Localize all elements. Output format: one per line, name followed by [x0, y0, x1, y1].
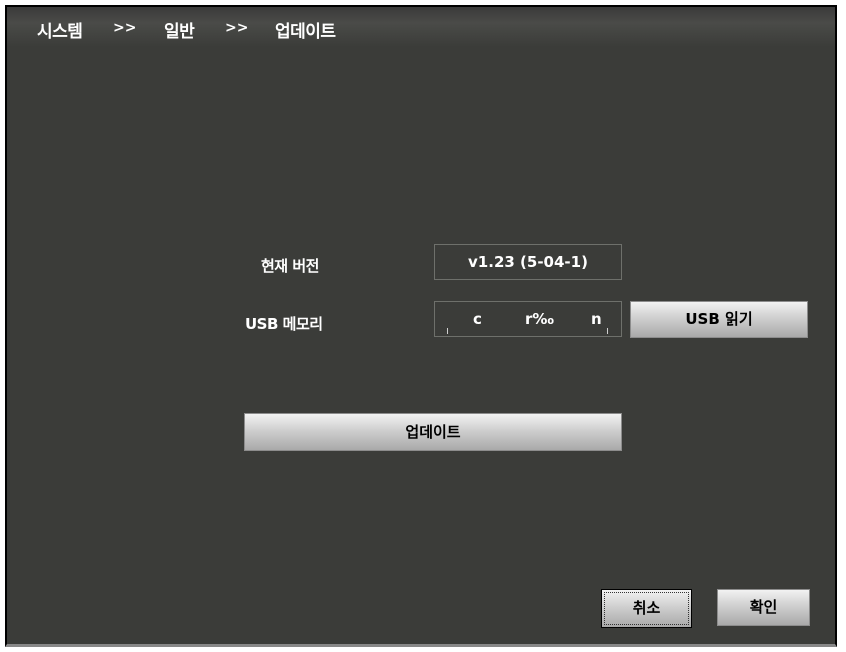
update-button[interactable]: 업데이트	[244, 413, 622, 451]
breadcrumb-item-general[interactable]: 일반	[164, 17, 195, 42]
breadcrumb-item-update: 업데이트	[275, 22, 336, 42]
usb-read-button[interactable]: USB 읽기	[630, 301, 808, 338]
usb-memory-label: USB 메모리	[245, 315, 323, 333]
confirm-button[interactable]: 확인	[717, 589, 810, 626]
cancel-button[interactable]: 취소	[601, 589, 692, 628]
usb-tick-right	[607, 328, 608, 334]
current-version-field: v1.23 (5-04-1)	[434, 244, 622, 280]
usb-memory-field: c r‰ n	[434, 301, 622, 337]
usb-memory-segment: c	[473, 310, 482, 328]
usb-memory-segment: r‰	[525, 310, 554, 328]
usb-memory-segment: n	[591, 310, 602, 328]
current-version-label: 현재 버전	[261, 257, 319, 275]
breadcrumb-separator: >>	[225, 20, 249, 36]
breadcrumb: 시스템 >> 일반 >> 업데이트	[7, 7, 835, 47]
update-dialog: 시스템 >> 일반 >> 업데이트 현재 버전 v1.23 (5-04-1) U…	[5, 5, 837, 647]
breadcrumb-separator: >>	[113, 20, 137, 36]
breadcrumb-item-system[interactable]: 시스템	[37, 17, 83, 42]
usb-tick-left	[447, 328, 448, 334]
